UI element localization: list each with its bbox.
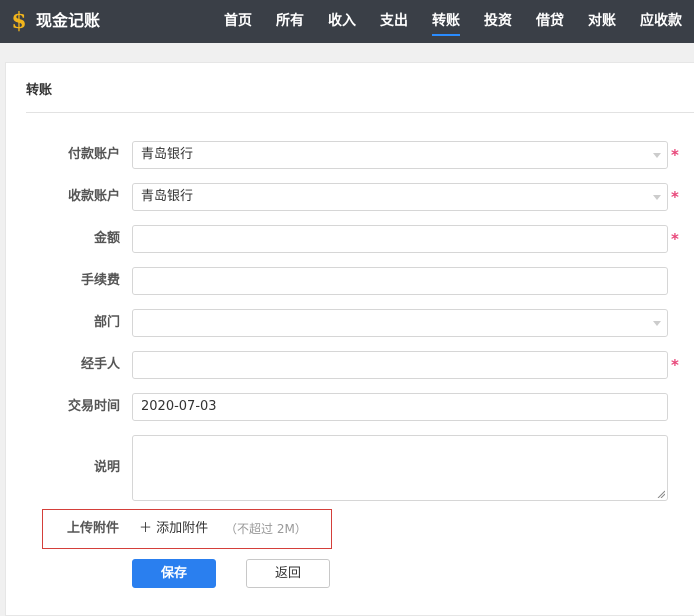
nav-item-loan[interactable]: 借贷 xyxy=(528,0,572,43)
nav-item-all[interactable]: 所有 xyxy=(268,0,312,43)
payment-account-value: 青岛银行 xyxy=(141,147,194,162)
receiving-account-label: 收款账户 xyxy=(67,189,120,204)
row-fee: 手续费 xyxy=(6,267,694,295)
chevron-down-icon xyxy=(653,195,661,200)
nav-item-expense[interactable]: 支出 xyxy=(372,0,416,43)
nav-item-transfer[interactable]: 转账 xyxy=(424,0,468,43)
required-asterisk: * xyxy=(671,146,679,164)
row-receiving-account: 收款账户 青岛银行 * xyxy=(6,183,694,211)
transaction-time-input[interactable]: 2020-07-03 xyxy=(132,393,668,421)
upload-label: 上传附件 xyxy=(67,521,120,536)
row-payment-account: 付款账户 青岛银行 * xyxy=(6,141,694,169)
top-navbar: $ 现金记账 首页 所有 收入 支出 转账 投资 借贷 对账 应收款 xyxy=(0,0,694,43)
nav-item-income[interactable]: 收入 xyxy=(320,0,364,43)
dollar-logo-icon: $ xyxy=(11,8,27,34)
back-button[interactable]: 返回 xyxy=(246,559,330,588)
payment-account-select[interactable]: 青岛银行 xyxy=(132,141,668,169)
row-amount: 金额 * xyxy=(6,225,694,253)
fee-input[interactable] xyxy=(132,267,668,295)
receiving-account-value: 青岛银行 xyxy=(141,189,194,204)
main-nav: 首页 所有 收入 支出 转账 投资 借贷 对账 应收款 xyxy=(212,0,694,43)
app-title: 现金记账 xyxy=(36,11,101,30)
resize-handle-icon[interactable] xyxy=(657,490,665,498)
transfer-form-card: 转账 付款账户 青岛银行 * 收款账户 青岛银行 * 金额 * 手续费 部门 经… xyxy=(5,62,694,616)
transaction-time-label: 交易时间 xyxy=(67,399,120,414)
save-button[interactable]: 保存 xyxy=(132,559,216,588)
amount-label: 金额 xyxy=(93,231,120,246)
required-asterisk: * xyxy=(671,188,679,206)
description-label: 说明 xyxy=(93,460,120,475)
nav-item-reconcile[interactable]: 对账 xyxy=(580,0,624,43)
required-asterisk: * xyxy=(671,356,679,374)
chevron-down-icon xyxy=(653,153,661,158)
handler-input[interactable] xyxy=(132,351,668,379)
amount-input[interactable] xyxy=(132,225,668,253)
upload-size-hint: （不超过 2M） xyxy=(225,522,307,536)
nav-item-receivables[interactable]: 应收款 xyxy=(632,0,690,43)
row-transaction-time: 交易时间 2020-07-03 xyxy=(6,393,694,421)
page-title: 转账 xyxy=(26,83,53,98)
chevron-down-icon xyxy=(653,321,661,326)
required-asterisk: * xyxy=(671,230,679,248)
department-label: 部门 xyxy=(93,315,120,330)
title-divider xyxy=(26,112,694,113)
department-select[interactable] xyxy=(132,309,668,337)
handler-label: 经手人 xyxy=(80,357,120,372)
receiving-account-select[interactable]: 青岛银行 xyxy=(132,183,668,211)
row-description: 说明 xyxy=(6,435,694,501)
row-department: 部门 xyxy=(6,309,694,337)
fee-label: 手续费 xyxy=(80,273,120,288)
description-textarea[interactable] xyxy=(132,435,668,501)
nav-item-investment[interactable]: 投资 xyxy=(476,0,520,43)
add-attachment-button[interactable]: ＋ 添加附件 xyxy=(139,510,208,548)
row-handler: 经手人 * xyxy=(6,351,694,379)
attachment-upload-section: 上传附件 ＋ 添加附件 （不超过 2M） xyxy=(42,509,332,549)
payment-account-label: 付款账户 xyxy=(67,147,120,162)
nav-item-home[interactable]: 首页 xyxy=(216,0,260,43)
